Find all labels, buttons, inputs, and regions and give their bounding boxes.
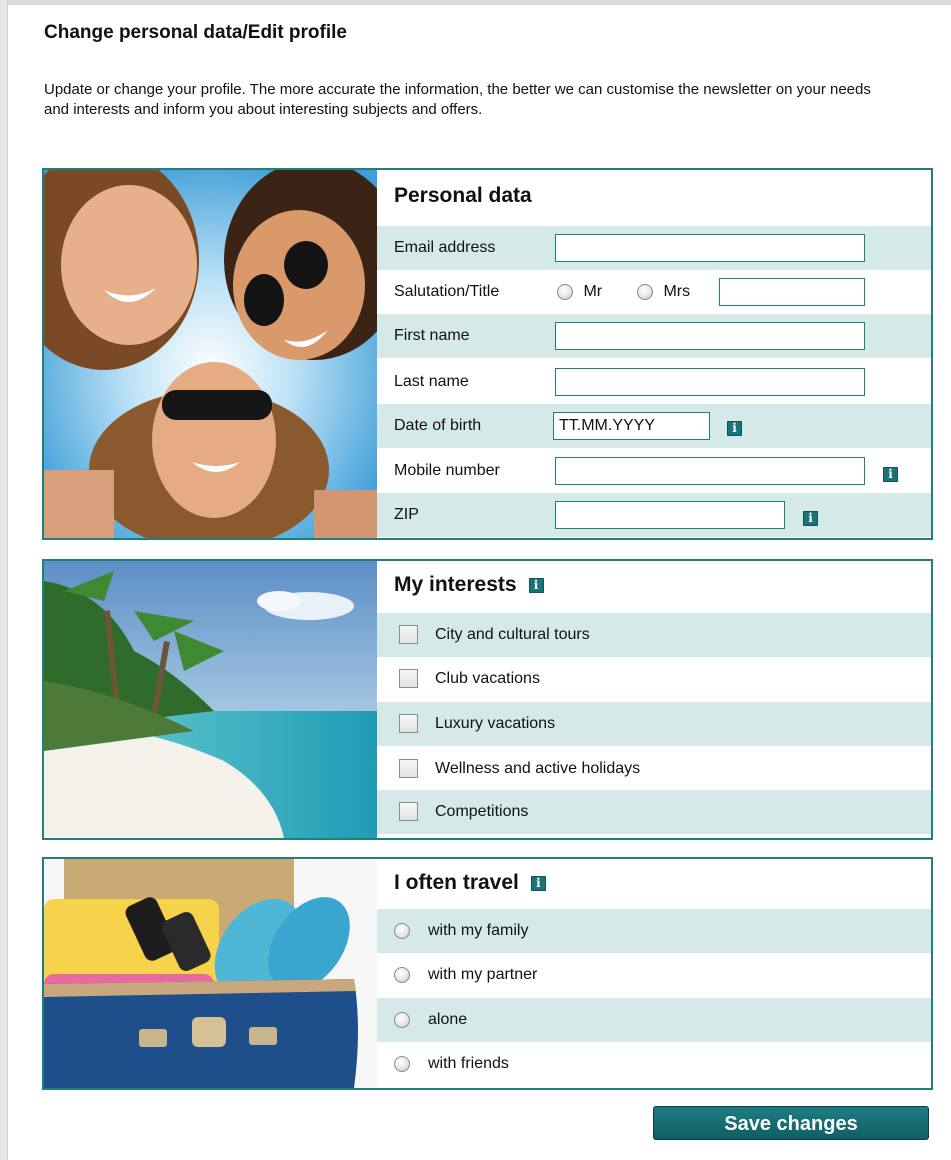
beach-photo-image <box>44 561 377 838</box>
travel-heading-text: I often travel <box>394 871 519 894</box>
interests-section: My interests i City and cultural tours C… <box>42 559 933 840</box>
zip-info-icon[interactable]: i <box>803 511 818 526</box>
interest-checkbox[interactable] <box>399 759 418 778</box>
window-top-border <box>0 0 951 5</box>
travel-panel: I often travel i with my family with my … <box>377 859 931 1088</box>
title-field[interactable] <box>719 278 865 306</box>
travel-option-label: alone <box>428 1011 468 1028</box>
last-name-field[interactable] <box>555 368 865 396</box>
travel-radio[interactable] <box>394 1012 410 1028</box>
interest-checkbox[interactable] <box>399 669 418 688</box>
beach-photo <box>44 561 377 838</box>
personal-data-heading: Personal data <box>394 184 532 208</box>
page-title: Change personal data/Edit profile <box>44 22 347 43</box>
salutation-mrs-radio[interactable] <box>637 283 653 300</box>
suitcase-photo <box>44 859 377 1088</box>
friends-photo-image <box>44 170 377 538</box>
interests-info-icon[interactable]: i <box>528 577 544 593</box>
zip-field[interactable] <box>555 501 785 529</box>
dob-field[interactable] <box>553 412 710 440</box>
travel-option[interactable]: alone <box>377 998 931 1042</box>
salutation-label: Salutation/Title <box>394 283 500 300</box>
interests-heading-text: My interests <box>394 573 517 596</box>
zip-label: ZIP <box>394 506 419 523</box>
first-name-row: First name <box>377 314 931 358</box>
mobile-row: Mobile number i <box>377 449 931 493</box>
mobile-label: Mobile number <box>394 462 500 479</box>
window-left-border <box>0 0 8 1160</box>
suitcase-photo-image <box>44 859 377 1088</box>
travel-option-label: with my family <box>428 922 529 939</box>
email-label: Email address <box>394 239 496 256</box>
salutation-mrs-label: Mrs <box>663 283 691 300</box>
first-name-label: First name <box>394 327 470 344</box>
travel-radio[interactable] <box>394 1056 410 1072</box>
email-row: Email address <box>377 226 931 270</box>
interest-item[interactable]: Luxury vacations <box>377 702 931 746</box>
last-name-row: Last name <box>377 360 931 404</box>
salutation-row: Salutation/Title Mr Mrs <box>377 270 931 314</box>
interest-checkbox[interactable] <box>399 714 418 733</box>
travel-heading: I often travel i <box>394 871 546 895</box>
personal-data-section: Personal data Email address Salutation/T… <box>42 168 933 540</box>
salutation-mr-label: Mr <box>583 283 603 300</box>
interest-label: Wellness and active holidays <box>435 760 641 777</box>
travel-option[interactable]: with friends <box>377 1042 931 1086</box>
travel-option[interactable]: with my family <box>377 909 931 953</box>
interest-label: Competitions <box>435 803 529 820</box>
last-name-label: Last name <box>394 373 469 390</box>
travel-option-label: with friends <box>428 1055 509 1072</box>
travel-info-icon[interactable]: i <box>530 875 546 891</box>
interest-item[interactable]: Competitions <box>377 790 931 834</box>
interest-item[interactable]: City and cultural tours <box>377 613 931 657</box>
zip-row: ZIP i <box>377 493 931 537</box>
save-changes-button[interactable]: Save changes <box>653 1106 929 1140</box>
interest-checkbox[interactable] <box>399 802 418 821</box>
first-name-field[interactable] <box>555 322 865 350</box>
travel-section: I often travel i with my family with my … <box>42 857 933 1090</box>
interest-item[interactable]: Wellness and active holidays <box>377 747 931 791</box>
interests-panel: My interests i City and cultural tours C… <box>377 561 931 838</box>
dob-label: Date of birth <box>394 417 482 434</box>
friends-photo <box>44 170 377 538</box>
dob-info-icon[interactable]: i <box>727 421 742 436</box>
dob-row: Date of birth i <box>377 404 931 448</box>
interests-heading: My interests i <box>394 573 544 597</box>
email-field[interactable] <box>555 234 865 262</box>
personal-data-panel: Personal data Email address Salutation/T… <box>377 170 931 538</box>
intro-text: Update or change your profile. The more … <box>44 81 871 118</box>
mobile-info-icon[interactable]: i <box>883 467 898 482</box>
travel-option[interactable]: with my partner <box>377 953 931 997</box>
interest-item[interactable]: Club vacations <box>377 657 931 701</box>
interest-checkbox[interactable] <box>399 625 418 644</box>
interest-label: City and cultural tours <box>435 626 590 643</box>
mobile-field[interactable] <box>555 457 865 485</box>
interest-label: Club vacations <box>435 670 540 687</box>
travel-radio[interactable] <box>394 967 410 983</box>
interest-label: Luxury vacations <box>435 715 556 732</box>
travel-option-label: with my partner <box>428 966 538 983</box>
travel-radio[interactable] <box>394 923 410 939</box>
personal-data-heading-text: Personal data <box>394 184 532 207</box>
salutation-mr-radio[interactable] <box>557 283 573 300</box>
